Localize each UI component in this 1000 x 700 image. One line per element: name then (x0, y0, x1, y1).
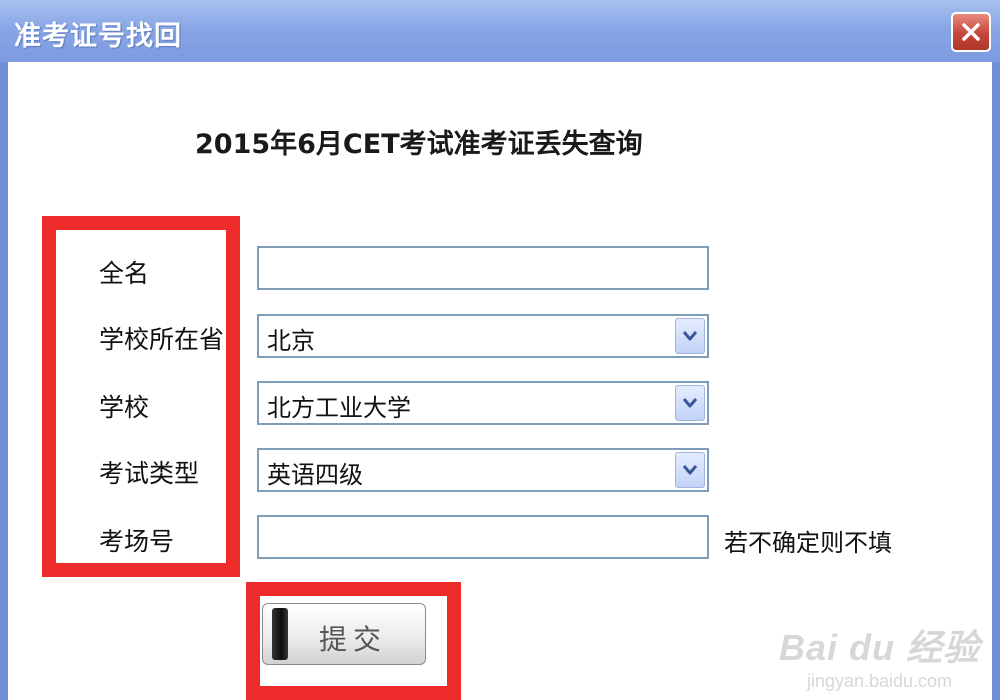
exam-type-select[interactable]: 英语四级 (257, 448, 709, 492)
exam-room-input[interactable] (259, 517, 707, 557)
button-grip (272, 608, 288, 660)
chevron-down-icon (682, 398, 698, 408)
chevron-down-icon (682, 331, 698, 341)
form-panel: 2015年6月CET考试准考证丢失查询 全名 学校所在省 学校 考试类型 考场号… (8, 62, 992, 700)
close-button[interactable] (951, 12, 991, 52)
chevron-down-icon (682, 465, 698, 475)
page-title: 2015年6月CET考试准考证丢失查询 (195, 129, 643, 160)
full-name-field[interactable] (257, 246, 709, 290)
school-select-value: 北方工业大学 (267, 394, 411, 422)
labels-highlight-box (42, 216, 240, 577)
province-select-value: 北京 (267, 327, 315, 355)
school-select[interactable]: 北方工业大学 (257, 381, 709, 425)
exam-room-hint: 若不确定则不填 (724, 529, 892, 557)
school-dropdown-button[interactable] (675, 385, 705, 421)
exam-type-dropdown-button[interactable] (675, 452, 705, 488)
province-dropdown-button[interactable] (675, 318, 705, 354)
full-name-input[interactable] (259, 248, 707, 288)
close-icon (962, 23, 980, 41)
watermark-brand: Bai du 经验 (778, 627, 980, 668)
province-select[interactable]: 北京 (257, 314, 709, 358)
submit-button-label: 提交 (319, 623, 388, 656)
baidu-watermark: Bai du 经验 jingyan.baidu.com (779, 619, 980, 692)
submit-button[interactable]: 提交 (262, 603, 426, 665)
exam-room-field[interactable] (257, 515, 709, 559)
exam-type-select-value: 英语四级 (267, 461, 363, 489)
title-bar[interactable]: 准考证号找回 (0, 0, 1000, 62)
window-title: 准考证号找回 (14, 21, 182, 52)
watermark-url: jingyan.baidu.com (806, 671, 953, 691)
dialog-window: 准考证号找回 2015年6月CET考试准考证丢失查询 全名 学校所在省 学校 考… (0, 0, 1000, 700)
